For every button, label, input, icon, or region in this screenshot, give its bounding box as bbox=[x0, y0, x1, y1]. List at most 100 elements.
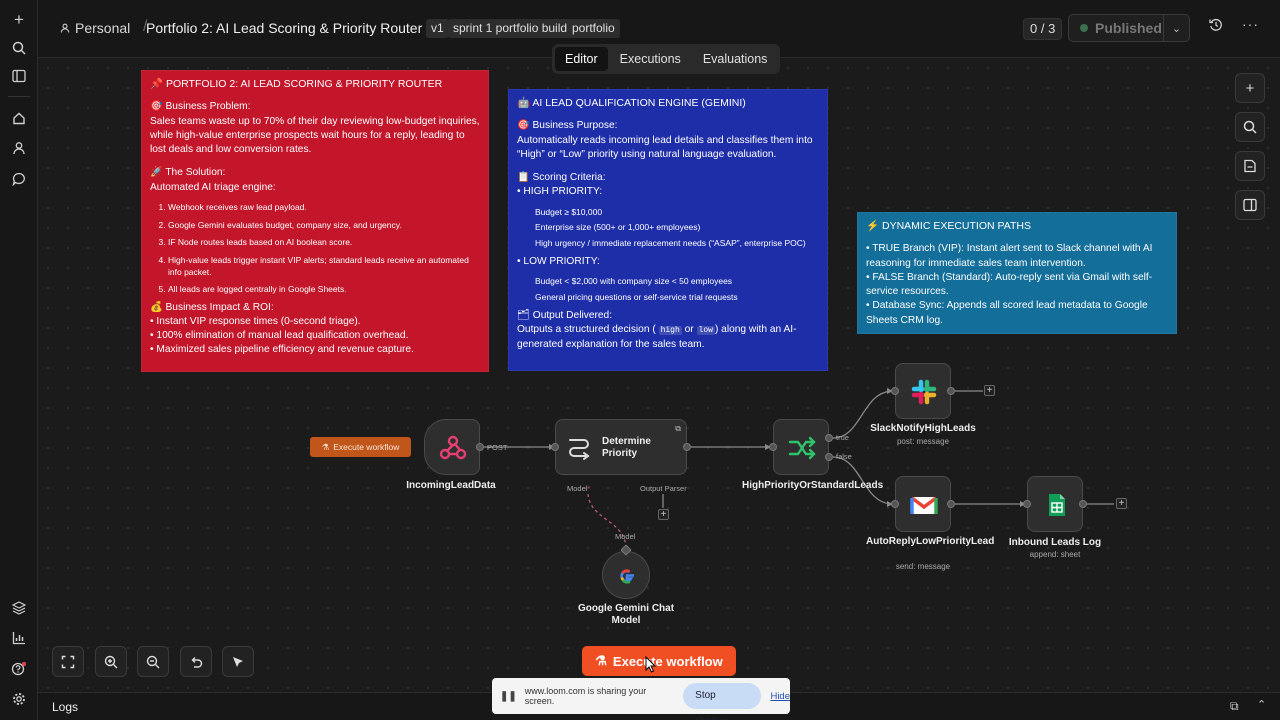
home-icon[interactable] bbox=[0, 106, 38, 130]
templates-icon[interactable] bbox=[0, 596, 38, 620]
zoom-in-button[interactable] bbox=[95, 646, 127, 677]
tab-editor[interactable]: Editor bbox=[555, 47, 608, 71]
gmail-input-port[interactable] bbox=[891, 500, 899, 508]
sheets-node[interactable] bbox=[1027, 476, 1083, 532]
note-text: • LOW PRIORITY: bbox=[517, 255, 600, 267]
chat-icon[interactable] bbox=[0, 167, 38, 191]
note-bullet: • Instant VIP response times (0-second t… bbox=[150, 315, 361, 327]
if-input-port[interactable] bbox=[769, 443, 777, 451]
gmail-output-port[interactable] bbox=[947, 500, 955, 508]
search-icon[interactable] bbox=[0, 36, 38, 60]
note-heading: 🎯 Business Purpose: bbox=[517, 120, 618, 132]
add-after-sheets-button[interactable]: + bbox=[1116, 498, 1127, 509]
gemini-model-node[interactable] bbox=[602, 551, 650, 599]
node-settings-icon[interactable]: ⧉ bbox=[675, 424, 681, 434]
user-icon bbox=[60, 23, 70, 33]
pause-icon[interactable]: ❚❚ bbox=[500, 691, 517, 702]
note-text: Automatically reads incoming lead detail… bbox=[517, 134, 813, 160]
status-dot bbox=[1080, 24, 1088, 32]
add-parser-button[interactable]: + bbox=[658, 509, 669, 520]
publish-button[interactable]: Published ⌄ bbox=[1068, 14, 1190, 42]
note-heading: 📋 Scoring Criteria: bbox=[517, 172, 606, 184]
note-step: All leads are logged centrally in Google… bbox=[168, 283, 480, 295]
undo-button[interactable] bbox=[180, 646, 212, 677]
screen-share-message: www.loom.com is sharing your screen. bbox=[524, 686, 647, 706]
sticky-note-execution-paths[interactable]: ⚡ DYNAMIC EXECUTION PATHS • TRUE Branch … bbox=[857, 212, 1177, 334]
sheets-input-port[interactable] bbox=[1023, 500, 1031, 508]
toggle-panel-button[interactable] bbox=[1235, 190, 1265, 220]
add-icon[interactable]: + bbox=[0, 8, 38, 32]
settings-icon[interactable] bbox=[0, 687, 38, 711]
sticky-note-overview[interactable]: 📌 PORTFOLIO 2: AI LEAD SCORING & PRIORIT… bbox=[141, 70, 489, 372]
stop-sharing-button[interactable]: Stop sharing bbox=[683, 683, 762, 720]
execute-workflow-button[interactable]: ⚗ Execute workflow bbox=[582, 646, 736, 676]
gmail-node[interactable] bbox=[895, 476, 951, 532]
gmail-node-sub: send: message bbox=[895, 562, 951, 571]
zoom-out-button[interactable] bbox=[137, 646, 169, 677]
tidy-up-button[interactable] bbox=[222, 646, 254, 677]
user-icon[interactable] bbox=[0, 136, 38, 160]
slack-icon bbox=[911, 379, 937, 405]
chevron-up-icon[interactable]: ⌃ bbox=[1257, 698, 1266, 711]
view-tabs: Editor Executions Evaluations bbox=[552, 44, 781, 74]
help-icon[interactable] bbox=[0, 657, 38, 681]
if-true-label: true bbox=[836, 433, 849, 442]
production-checklist-counter[interactable]: 0 / 3 bbox=[1023, 18, 1063, 40]
zoom-out-icon bbox=[146, 655, 160, 668]
code-low: low bbox=[696, 325, 715, 335]
output-text-a: Outputs a structured decision ( bbox=[517, 323, 656, 335]
note-title: ⚡ DYNAMIC EXECUTION PATHS bbox=[866, 220, 1031, 232]
code-high: high bbox=[658, 325, 682, 335]
if-false-port[interactable] bbox=[825, 453, 833, 461]
chevron-down-icon[interactable]: ⌄ bbox=[1163, 15, 1189, 41]
sticky-note-ai-engine[interactable]: 🤖 AI LEAD QUALIFICATION ENGINE (GEMINI) … bbox=[508, 89, 828, 371]
note-bullet: • Database Sync: Appends all scored lead… bbox=[866, 300, 1148, 326]
sidebar-toggle-icon[interactable] bbox=[0, 64, 38, 88]
hide-banner-link[interactable]: Hide bbox=[770, 691, 790, 702]
popout-icon[interactable]: ⧉ bbox=[1230, 699, 1239, 714]
determine-priority-node[interactable]: Determine Priority ⧉ bbox=[555, 419, 687, 475]
if-false-label: false bbox=[836, 452, 852, 461]
sheets-output-port[interactable] bbox=[1079, 500, 1087, 508]
output-or: or bbox=[684, 323, 694, 335]
tab-evaluations[interactable]: Evaluations bbox=[693, 47, 778, 71]
breadcrumb-project[interactable]: Personal bbox=[60, 20, 130, 36]
slack-node[interactable] bbox=[895, 363, 951, 419]
agent-output-port[interactable] bbox=[683, 443, 691, 451]
tag-portfolio[interactable]: portfolio bbox=[567, 19, 620, 38]
history-icon[interactable] bbox=[1209, 18, 1223, 35]
mouse-cursor-icon bbox=[645, 656, 657, 673]
search-nodes-button[interactable] bbox=[1235, 112, 1265, 142]
agent-input-port[interactable] bbox=[551, 443, 559, 451]
webhook-node[interactable] bbox=[424, 419, 480, 475]
tag-version[interactable]: v1 bbox=[426, 19, 449, 38]
add-node-button[interactable]: + bbox=[1235, 73, 1265, 103]
criteria-item: High urgency / immediate replacement nee… bbox=[535, 237, 806, 248]
note-step: High-value leads trigger instant VIP ale… bbox=[168, 254, 480, 278]
more-options-icon[interactable]: ··· bbox=[1242, 16, 1259, 32]
insights-icon[interactable] bbox=[0, 626, 38, 650]
execute-main-label: Execute workflow bbox=[612, 653, 723, 669]
webhook-icon bbox=[439, 435, 467, 460]
add-sticky-note-button[interactable] bbox=[1235, 151, 1265, 181]
agent-icon bbox=[569, 439, 590, 460]
fit-view-button[interactable] bbox=[52, 646, 84, 677]
panel-icon bbox=[1243, 198, 1257, 212]
note-heading: 🗂 Output Delivered: bbox=[517, 309, 613, 321]
logs-label: Logs bbox=[52, 700, 79, 714]
tab-executions[interactable]: Executions bbox=[610, 47, 691, 71]
slack-output-port[interactable] bbox=[947, 387, 955, 395]
tag-sprint[interactable]: sprint 1 portfolio build bbox=[448, 19, 573, 38]
flask-icon: ⚗ bbox=[595, 653, 607, 668]
slack-input-port[interactable] bbox=[891, 387, 899, 395]
if-node[interactable] bbox=[773, 419, 829, 475]
left-sidebar: + bbox=[0, 0, 38, 720]
gmail-icon bbox=[910, 496, 938, 514]
workflow-title[interactable]: Portfolio 2: AI Lead Scoring & Priority … bbox=[146, 20, 422, 36]
if-true-port[interactable] bbox=[825, 434, 833, 442]
note-steps: Webhook receives raw lead payload. Googl… bbox=[150, 201, 480, 295]
add-after-slack-button[interactable]: + bbox=[984, 385, 995, 396]
note-bullet: • Maximized sales pipeline efficiency an… bbox=[150, 344, 414, 356]
execute-workflow-trigger-button[interactable]: ⚗ Execute workflow bbox=[310, 437, 411, 457]
webhook-output-port[interactable] bbox=[476, 443, 484, 451]
